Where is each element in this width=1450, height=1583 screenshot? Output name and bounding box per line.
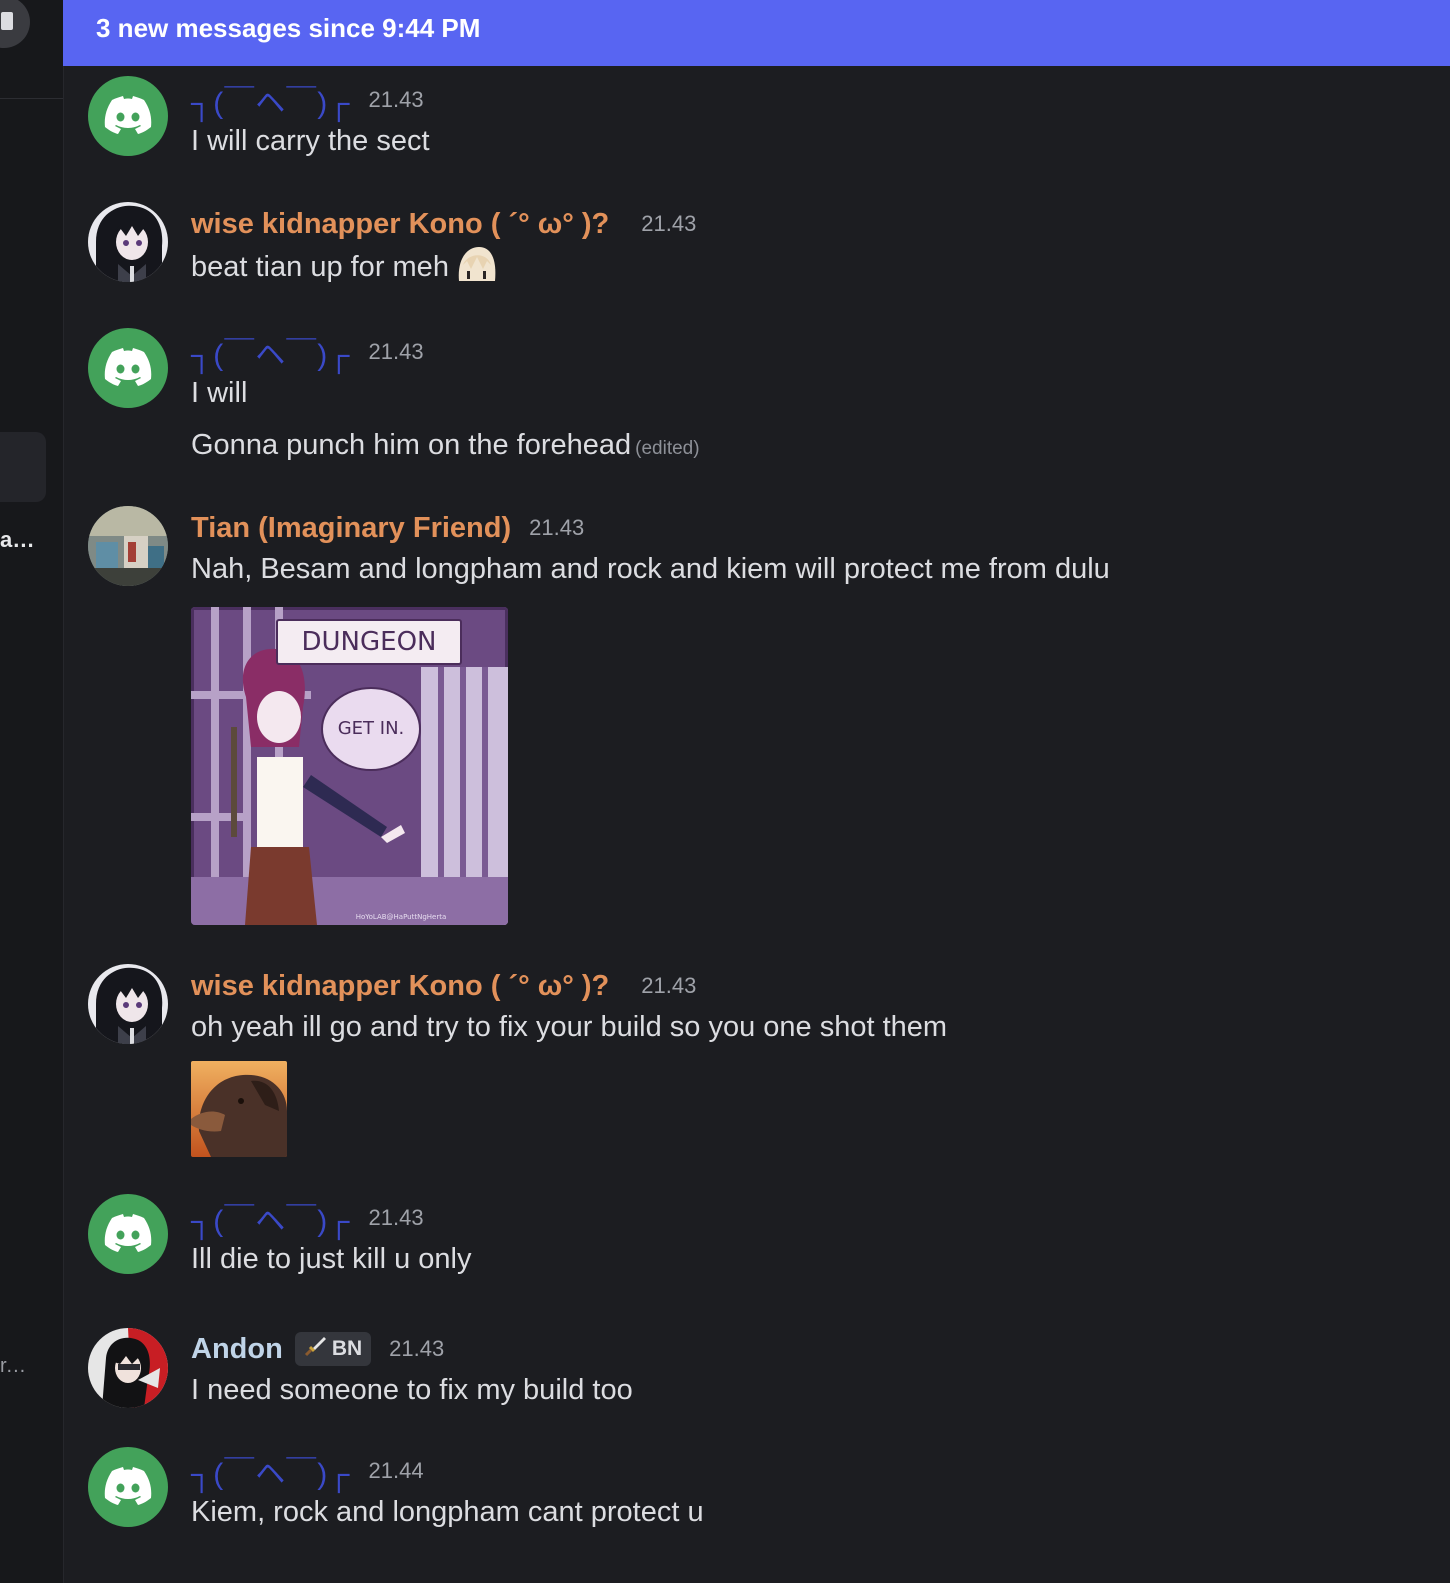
- avatar-image: [88, 506, 168, 586]
- avatar-image: [88, 202, 168, 282]
- avatar[interactable]: [88, 76, 168, 156]
- image-watermark: HoYoLAB@HaPuttNgHerta: [356, 913, 447, 921]
- discord-logo-icon: [104, 1467, 152, 1505]
- sword-icon: [304, 1335, 326, 1363]
- username[interactable]: ┐(￣ヘ￣)┌: [191, 78, 351, 122]
- avatar[interactable]: [88, 328, 168, 408]
- server-tag-badge[interactable]: BN: [294, 1332, 372, 1366]
- avatar[interactable]: [88, 202, 168, 282]
- avatar[interactable]: [88, 1194, 168, 1274]
- sidebar-truncated-label[interactable]: r...: [0, 1355, 26, 1378]
- message-text: Gonna punch him on the forehead (edited): [191, 425, 1421, 469]
- custom-emoji-icon[interactable]: [457, 245, 497, 292]
- discord-logo-icon: [104, 1214, 152, 1252]
- avatar[interactable]: [88, 1447, 168, 1527]
- username[interactable]: ┐(￣ヘ￣)┌: [191, 330, 351, 374]
- avatar[interactable]: [88, 506, 168, 586]
- message-text-content: beat tian up for meh: [191, 251, 449, 284]
- message-text: Ill die to just kill u only: [191, 1243, 472, 1275]
- image-attachment[interactable]: HoYoLAB@HaPuttNgHerta DUNGEON GET IN.: [191, 607, 508, 925]
- message-text: Kiem, rock and longpham cant protect u: [191, 1496, 704, 1528]
- timestamp[interactable]: 21.43: [641, 211, 696, 237]
- dungeon-sign-text: DUNGEON: [276, 619, 462, 665]
- timestamp[interactable]: 21.44: [369, 1458, 424, 1484]
- message-text: I need someone to fix my build too: [191, 1374, 633, 1406]
- timestamp[interactable]: 21.43: [641, 973, 696, 999]
- timestamp[interactable]: 21.43: [389, 1336, 444, 1362]
- clipboard-icon: [1, 12, 13, 30]
- chat-window: a... r... 3 new messages since 9:44 PM ┐…: [0, 0, 1450, 1583]
- discord-logo-icon: [104, 348, 152, 386]
- timestamp[interactable]: 21.43: [529, 515, 584, 541]
- message-text-content: Gonna punch him on the forehead: [191, 429, 632, 461]
- message-text: oh yeah ill go and try to fix your build…: [191, 1011, 948, 1043]
- message-text: Nah, Besam and longpham and rock and kie…: [191, 553, 1110, 585]
- dog-gif-image: [191, 1061, 287, 1157]
- sidebar-divider: [0, 98, 63, 99]
- avatar-image: [88, 1328, 168, 1408]
- avatar-image: [88, 964, 168, 1044]
- sidebar-truncated-label[interactable]: a...: [0, 527, 35, 553]
- message-text: I will: [191, 377, 248, 409]
- discord-logo-icon: [104, 96, 152, 134]
- avatar[interactable]: [88, 1328, 168, 1408]
- username[interactable]: wise kidnapper Kono ( ´° ω° )?: [191, 970, 609, 1003]
- gif-attachment[interactable]: [191, 1061, 287, 1157]
- username[interactable]: Tian (Imaginary Friend): [191, 512, 511, 545]
- new-messages-banner[interactable]: 3 new messages since 9:44 PM: [63, 0, 1450, 66]
- server-tag-label: BN: [331, 1337, 363, 1360]
- username[interactable]: wise kidnapper Kono ( ´° ω° )?: [191, 208, 609, 241]
- timestamp[interactable]: 21.43: [369, 339, 424, 365]
- server-icon[interactable]: [0, 0, 30, 48]
- avatar[interactable]: [88, 964, 168, 1044]
- username[interactable]: ┐(￣ヘ￣)┌: [191, 1449, 351, 1493]
- timestamp[interactable]: 21.43: [369, 87, 424, 113]
- server-sidebar: a... r...: [0, 0, 64, 1583]
- username[interactable]: Andon: [191, 1333, 283, 1366]
- sidebar-channel-card[interactable]: [0, 432, 46, 502]
- speech-bubble-text: GET IN.: [321, 687, 421, 771]
- edited-label[interactable]: (edited): [635, 438, 699, 459]
- username[interactable]: ┐(￣ヘ￣)┌: [191, 1196, 351, 1240]
- message-text: I will carry the sect: [191, 125, 430, 157]
- timestamp[interactable]: 21.43: [369, 1205, 424, 1231]
- message-text: beat tian up for meh: [191, 245, 1421, 292]
